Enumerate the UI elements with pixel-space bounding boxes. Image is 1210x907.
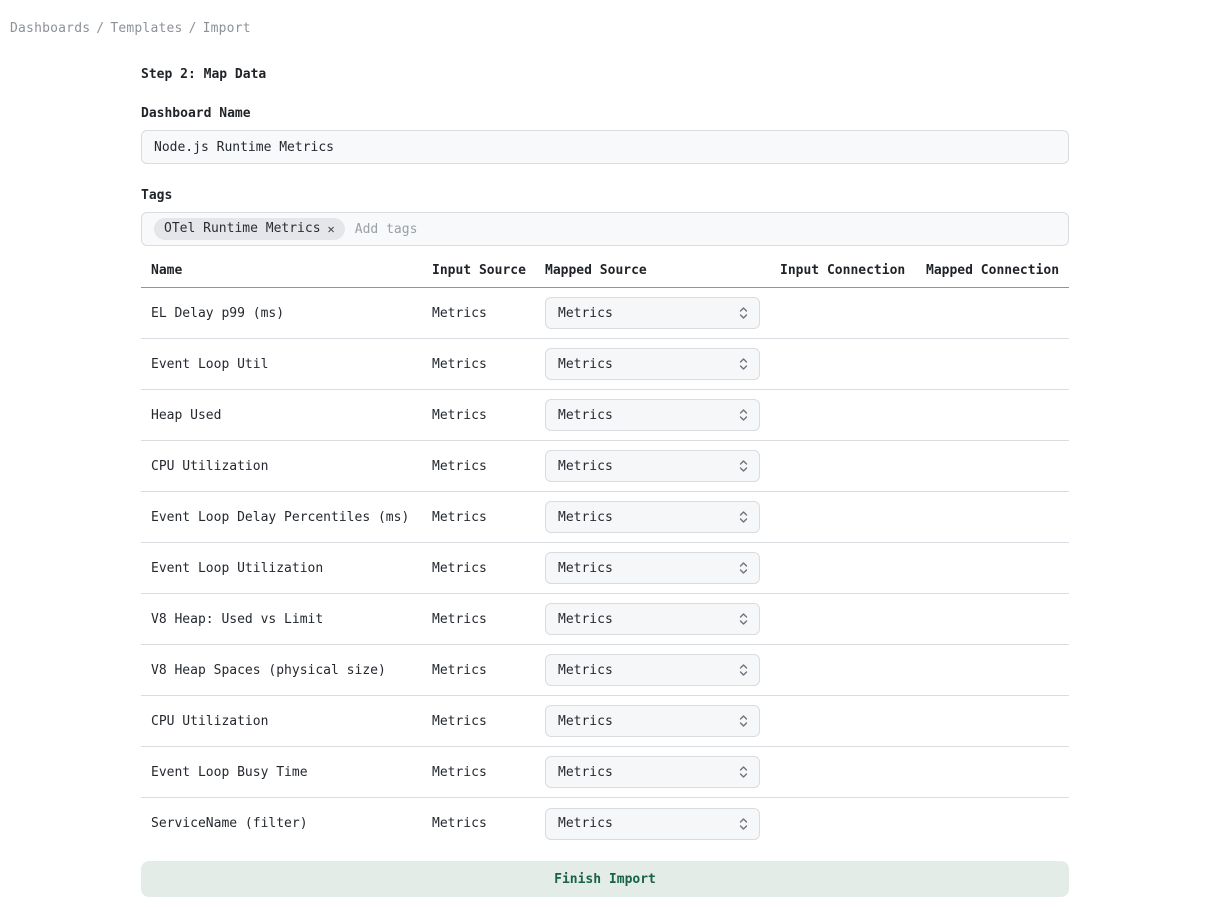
unfold-chevrons-icon (738, 817, 749, 831)
mapped-source-value: Metrics (558, 408, 613, 423)
table-row: Event Loop Util Metrics Metrics (141, 339, 1069, 390)
mapped-source-value: Metrics (558, 306, 613, 321)
mapped-source-select[interactable]: Metrics (545, 705, 760, 737)
unfold-chevrons-icon (738, 561, 749, 575)
dashboard-name-label: Dashboard Name (141, 106, 1069, 121)
mapped-source-select[interactable]: Metrics (545, 399, 760, 431)
mapped-source-select[interactable]: Metrics (545, 552, 760, 584)
mapped-source-select[interactable]: Metrics (545, 348, 760, 380)
row-name: Event Loop Utilization (141, 561, 432, 576)
row-name: Event Loop Busy Time (141, 765, 432, 780)
mapped-source-value: Metrics (558, 510, 613, 525)
step-title: Step 2: Map Data (141, 67, 1069, 82)
row-input-source: Metrics (432, 306, 545, 321)
mapped-source-value: Metrics (558, 459, 613, 474)
column-header-mapped-source: Mapped Source (545, 263, 780, 278)
row-name: CPU Utilization (141, 459, 432, 474)
table-row: CPU Utilization Metrics Metrics (141, 441, 1069, 492)
column-header-input-source: Input Source (432, 263, 545, 278)
breadcrumb-separator: / (189, 21, 197, 36)
table-row: Heap Used Metrics Metrics (141, 390, 1069, 441)
dashboard-name-value: Node.js Runtime Metrics (154, 140, 334, 155)
table-row: Event Loop Busy Time Metrics Metrics (141, 747, 1069, 798)
tag-chip: OTel Runtime Metrics ✕ (154, 218, 345, 240)
row-input-source: Metrics (432, 612, 545, 627)
mapped-source-select[interactable]: Metrics (545, 603, 760, 635)
mapped-source-select[interactable]: Metrics (545, 808, 760, 840)
mapped-source-select[interactable]: Metrics (545, 501, 760, 533)
mapped-source-value: Metrics (558, 816, 613, 831)
unfold-chevrons-icon (738, 357, 749, 371)
mapped-source-select[interactable]: Metrics (545, 756, 760, 788)
mapped-source-value: Metrics (558, 714, 613, 729)
breadcrumb-dashboards[interactable]: Dashboards (10, 21, 90, 36)
row-name: V8 Heap Spaces (physical size) (141, 663, 432, 678)
breadcrumb-import: Import (203, 21, 251, 36)
mapped-source-value: Metrics (558, 561, 613, 576)
row-name: CPU Utilization (141, 714, 432, 729)
mapped-source-value: Metrics (558, 612, 613, 627)
table-row: V8 Heap Spaces (physical size) Metrics M… (141, 645, 1069, 696)
mapped-source-value: Metrics (558, 357, 613, 372)
row-input-source: Metrics (432, 408, 545, 423)
unfold-chevrons-icon (738, 663, 749, 677)
table-row: Event Loop Utilization Metrics Metrics (141, 543, 1069, 594)
table-row: Event Loop Delay Percentiles (ms) Metric… (141, 492, 1069, 543)
row-name: ServiceName (filter) (141, 816, 432, 831)
row-input-source: Metrics (432, 714, 545, 729)
row-input-source: Metrics (432, 357, 545, 372)
mapped-source-value: Metrics (558, 765, 613, 780)
unfold-chevrons-icon (738, 612, 749, 626)
row-name: Event Loop Delay Percentiles (ms) (141, 510, 432, 525)
column-header-input-connection: Input Connection (780, 263, 926, 278)
row-input-source: Metrics (432, 765, 545, 780)
column-header-mapped-connection: Mapped Connection (926, 263, 1069, 278)
row-input-source: Metrics (432, 561, 545, 576)
row-input-source: Metrics (432, 459, 545, 474)
row-name: EL Delay p99 (ms) (141, 306, 432, 321)
unfold-chevrons-icon (738, 408, 749, 422)
mapped-source-select[interactable]: Metrics (545, 450, 760, 482)
unfold-chevrons-icon (738, 459, 749, 473)
column-header-name: Name (141, 263, 432, 278)
row-input-source: Metrics (432, 816, 545, 831)
unfold-chevrons-icon (738, 510, 749, 524)
breadcrumb-separator: / (96, 21, 104, 36)
mapping-table: Name Input Source Mapped Source Input Co… (141, 263, 1069, 849)
table-row: V8 Heap: Used vs Limit Metrics Metrics (141, 594, 1069, 645)
unfold-chevrons-icon (738, 765, 749, 779)
tag-chip-label: OTel Runtime Metrics (164, 221, 321, 236)
breadcrumb-templates[interactable]: Templates (110, 21, 182, 36)
row-name: Event Loop Util (141, 357, 432, 372)
table-body: EL Delay p99 (ms) Metrics Metrics Event … (141, 288, 1069, 849)
tags-label: Tags (141, 188, 1069, 203)
mapped-source-select[interactable]: Metrics (545, 297, 760, 329)
table-row: ServiceName (filter) Metrics Metrics (141, 798, 1069, 849)
mapped-source-select[interactable]: Metrics (545, 654, 760, 686)
mapped-source-value: Metrics (558, 663, 613, 678)
tag-remove-icon[interactable]: ✕ (328, 223, 335, 235)
row-name: Heap Used (141, 408, 432, 423)
row-input-source: Metrics (432, 663, 545, 678)
tags-placeholder: Add tags (355, 222, 418, 237)
breadcrumb: Dashboards / Templates / Import (0, 0, 1210, 36)
row-input-source: Metrics (432, 510, 545, 525)
table-row: EL Delay p99 (ms) Metrics Metrics (141, 288, 1069, 339)
unfold-chevrons-icon (738, 306, 749, 320)
table-row: CPU Utilization Metrics Metrics (141, 696, 1069, 747)
unfold-chevrons-icon (738, 714, 749, 728)
tags-input[interactable]: OTel Runtime Metrics ✕ Add tags (141, 212, 1069, 246)
row-name: V8 Heap: Used vs Limit (141, 612, 432, 627)
table-header-row: Name Input Source Mapped Source Input Co… (141, 263, 1069, 288)
import-wizard-panel: Step 2: Map Data Dashboard Name Node.js … (141, 67, 1069, 897)
dashboard-name-input[interactable]: Node.js Runtime Metrics (141, 130, 1069, 164)
